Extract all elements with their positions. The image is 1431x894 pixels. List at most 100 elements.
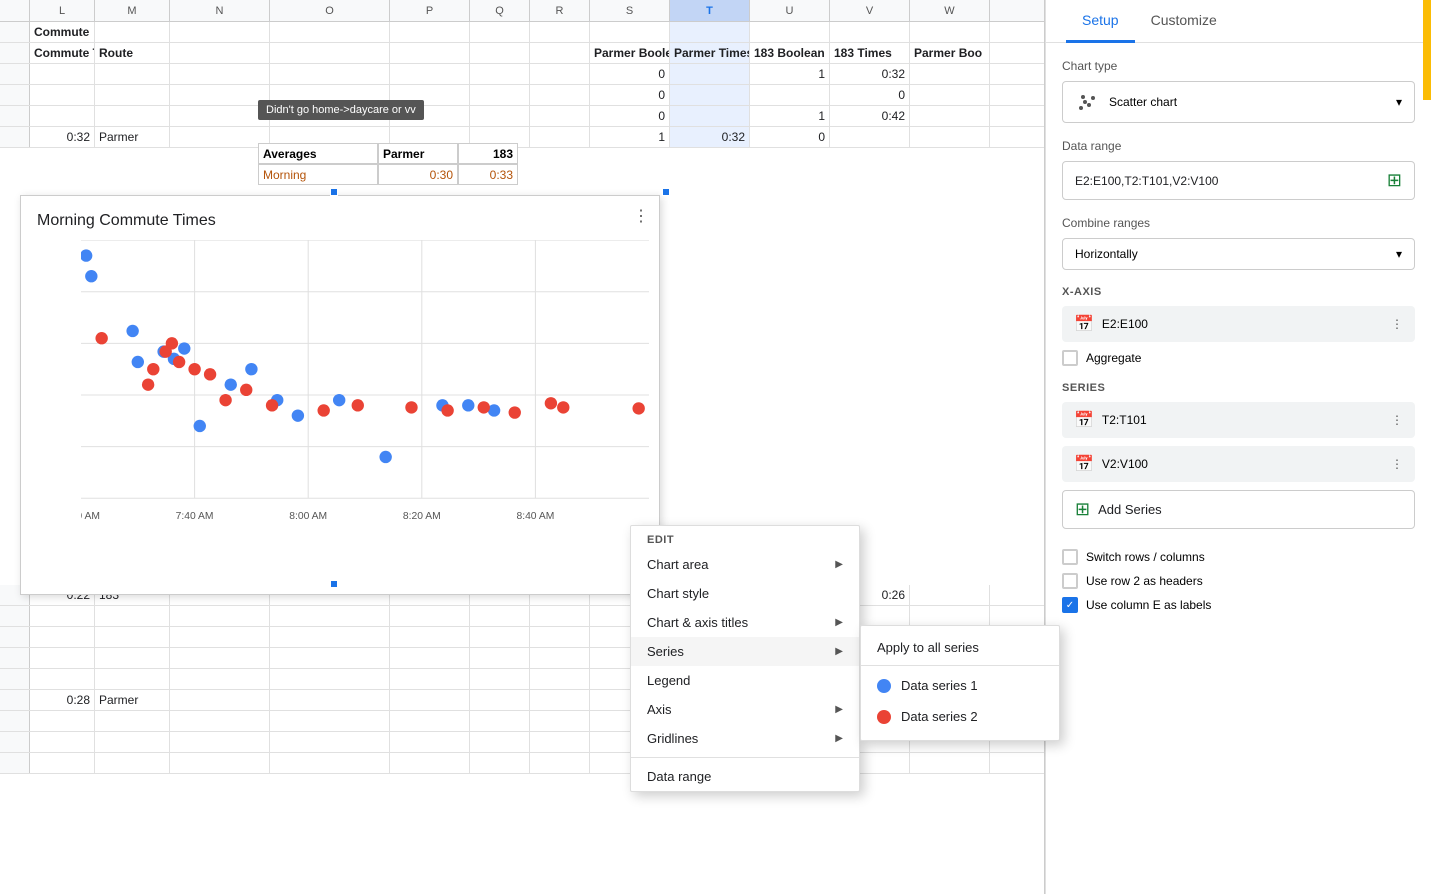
series1-range: T2:T101 [1102, 413, 1147, 427]
chart-type-selector[interactable]: Scatter chart ▾ [1062, 81, 1415, 123]
axis-item[interactable]: Axis ▶ [631, 695, 859, 724]
data-range-input[interactable]: E2:E100,T2:T101,V2:V100 [1075, 174, 1379, 188]
parmer-times-label: Parmer Times [670, 43, 750, 63]
data-range-item[interactable]: Data range [631, 762, 859, 791]
combine-ranges-label: Combine ranges [1062, 216, 1415, 230]
chart-axis-arrow: ▶ [835, 617, 843, 628]
series1-item[interactable]: Data series 1 [861, 670, 1059, 701]
commute-label: Commute [30, 22, 95, 42]
series2-cal-icon: 📅 [1074, 454, 1094, 474]
col-header-m: M [95, 0, 170, 21]
col-header-u: U [750, 0, 830, 21]
table-row: 0 1 0:42 [0, 106, 1044, 127]
gridlines-arrow: ▶ [835, 733, 843, 744]
series2-point [266, 399, 278, 411]
route-label: Route [95, 43, 170, 63]
add-series-button[interactable]: ⊞ Add Series [1062, 490, 1415, 529]
col-header-s: S [590, 0, 670, 21]
series-section-label: SERIES [1062, 382, 1415, 394]
series2-point [632, 402, 644, 414]
table-row: 0 0 [0, 85, 1044, 106]
data-range-label: Data range [1062, 139, 1415, 153]
selection-handle-top [662, 188, 670, 196]
times-183-label: 183 Times [830, 43, 910, 63]
annotation-box: Didn't go home->daycare or vv [258, 100, 424, 120]
table-row: 0 1 0:32 [0, 64, 1044, 85]
series-arrow: ▶ [835, 646, 843, 657]
add-series-icon: ⊞ [1075, 499, 1090, 520]
x-axis-label: X-AXIS [1062, 286, 1415, 298]
chart-style-item[interactable]: Chart style [631, 579, 859, 608]
legend-item[interactable]: Legend [631, 666, 859, 695]
chart-type-chevron: ▾ [1396, 95, 1402, 109]
combine-ranges-section: Combine ranges Horizontally ▾ [1062, 216, 1415, 270]
scatter-chart-icon [1075, 90, 1099, 114]
right-panel: Setup Customize Chart type Scatter chart… [1045, 0, 1431, 894]
series-submenu: Apply to all series Data series 1 Data s… [860, 625, 1060, 741]
series1-point [194, 420, 206, 432]
use-row2-label: Use row 2 as headers [1086, 574, 1203, 588]
grid-select-icon[interactable]: ⊞ [1387, 170, 1402, 191]
svg-text:7:40 AM: 7:40 AM [176, 511, 214, 522]
chart-title: Morning Commute Times [21, 196, 659, 230]
switch-rows-cols-label: Switch rows / columns [1086, 550, 1205, 564]
series1-point [81, 249, 92, 261]
svg-text:8:40 AM: 8:40 AM [516, 511, 554, 522]
table-row: 1 0:31 0 [0, 753, 1045, 774]
x-axis-item: 📅 E2:E100 ⋮ [1062, 306, 1415, 342]
apply-all-series[interactable]: Apply to all series [861, 634, 1059, 666]
series1-point [126, 325, 138, 337]
chart-axis-titles-item[interactable]: Chart & axis titles ▶ [631, 608, 859, 637]
tab-setup[interactable]: Setup [1066, 0, 1135, 43]
parmer-boo-label: Parmer Boo [910, 43, 990, 63]
tab-customize[interactable]: Customize [1135, 0, 1233, 43]
x-axis-cal-icon: 📅 [1074, 314, 1094, 334]
series2-point [219, 394, 231, 406]
series2-point [147, 363, 159, 375]
use-col-e-labels-row: Use column E as labels [1062, 593, 1415, 617]
series1-kebab[interactable]: ⋮ [1391, 413, 1403, 427]
commute-time-label: Commute Time [30, 43, 95, 63]
chart-inner: 0:10 0:20 0:30 0:40 0:50 1:00 7:20 AM 7:… [81, 240, 649, 550]
chart-container: Morning Commute Times ⋮ 0:10 0:20 0:30 0… [20, 195, 660, 595]
series2-point [188, 363, 200, 375]
chart-type-value: Scatter chart [1109, 95, 1177, 109]
series1-point [333, 394, 345, 406]
x-axis-kebab[interactable]: ⋮ [1391, 317, 1403, 331]
use-row2-headers-row: Use row 2 as headers [1062, 569, 1415, 593]
series1-point [462, 399, 474, 411]
series2-item-panel: 📅 V2:V100 ⋮ [1062, 446, 1415, 482]
series2-item[interactable]: Data series 2 [861, 701, 1059, 732]
col-header-l: L [30, 0, 95, 21]
series2-point [441, 404, 453, 416]
col-header-p: P [390, 0, 470, 21]
series1-item-panel: 📅 T2:T101 ⋮ [1062, 402, 1415, 438]
svg-text:7:20 AM: 7:20 AM [81, 511, 100, 522]
series2-point [240, 384, 252, 396]
panel-content: Chart type Scatter chart ▾ Data range E2… [1046, 43, 1431, 633]
bottom-options: Switch rows / columns Use row 2 as heade… [1062, 545, 1415, 617]
gridlines-item[interactable]: Gridlines ▶ [631, 724, 859, 753]
series2-kebab[interactable]: ⋮ [1391, 457, 1403, 471]
series2-point [557, 401, 569, 413]
series2-point [317, 404, 329, 416]
chart-area-item[interactable]: Chart area ▶ [631, 550, 859, 579]
series2-point [352, 399, 364, 411]
aggregate-row: Aggregate [1062, 350, 1415, 366]
series-item[interactable]: Series ▶ [631, 637, 859, 666]
use-col-e-checkbox[interactable] [1062, 597, 1078, 613]
series2-point [142, 378, 154, 390]
use-row2-checkbox[interactable] [1062, 573, 1078, 589]
series1-point [379, 451, 391, 463]
combine-ranges-selector[interactable]: Horizontally ▾ [1062, 238, 1415, 270]
chart-type-label: Chart type [1062, 59, 1415, 73]
chart-kebab-button[interactable]: ⋮ [633, 206, 649, 226]
col-header-t: T [670, 0, 750, 21]
x-axis-series: E2:E100 [1102, 317, 1148, 331]
use-col-e-label: Use column E as labels [1086, 598, 1211, 612]
aggregate-checkbox[interactable] [1062, 350, 1078, 366]
morning-section: Morning 0:30 0:33 [258, 164, 518, 185]
switch-rows-cols-checkbox[interactable] [1062, 549, 1078, 565]
series2-point [545, 397, 557, 409]
selection-handle-top2 [330, 188, 338, 196]
